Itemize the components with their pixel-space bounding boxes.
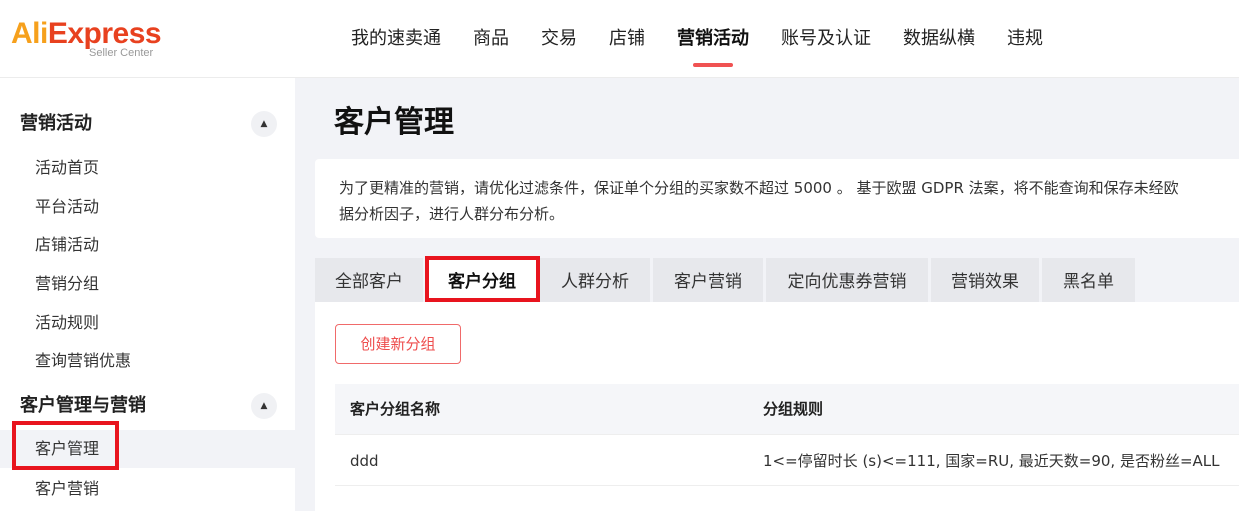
tab-blacklist[interactable]: 黑名单 bbox=[1042, 258, 1135, 302]
tab-customer-marketing[interactable]: 客户营销 bbox=[653, 258, 763, 302]
column-header-group-rule: 分组规则 bbox=[763, 400, 824, 418]
notice-line-2: 据分析因子，进行人群分布分析。 bbox=[339, 205, 565, 223]
tab-targeted-coupon[interactable]: 定向优惠券营销 bbox=[766, 258, 928, 302]
nav-data[interactable]: 数据纵横 bbox=[887, 0, 991, 78]
column-header-group-name: 客户分组名称 bbox=[350, 400, 441, 418]
sidebar-item-marketing-group[interactable]: 营销分组 bbox=[0, 265, 295, 303]
sidebar-item-customer-management[interactable]: 客户管理 bbox=[0, 430, 295, 468]
top-header: AliExpress Seller Center 我的速卖通 商品 交易 店铺 … bbox=[0, 0, 1239, 78]
caret-up-icon[interactable]: ▲ bbox=[251, 393, 277, 419]
logo-text-a: Ali bbox=[11, 17, 48, 50]
tab-crowd-analysis[interactable]: 人群分析 bbox=[540, 258, 650, 302]
groups-table: 客户分组名称 分组规则 ddd 1<=停留时长 (s)<=111, 国家=RU,… bbox=[335, 384, 1239, 486]
nav-store[interactable]: 店铺 bbox=[593, 0, 661, 78]
aliexpress-logo[interactable]: AliExpress Seller Center bbox=[11, 16, 171, 60]
sidebar-group-customer[interactable]: 客户管理与营销 bbox=[20, 394, 146, 418]
create-group-button[interactable]: 创建新分组 bbox=[335, 324, 461, 364]
nav-products[interactable]: 商品 bbox=[457, 0, 525, 78]
nav-violations[interactable]: 违规 bbox=[991, 0, 1059, 78]
sidebar-item-platform-activity[interactable]: 平台活动 bbox=[0, 188, 295, 226]
nav-my-aliexpress[interactable]: 我的速卖通 bbox=[335, 0, 457, 78]
table-header: 客户分组名称 分组规则 bbox=[335, 384, 1239, 434]
caret-up-icon[interactable]: ▲ bbox=[251, 111, 277, 137]
sidebar-item-activity-rules[interactable]: 活动规则 bbox=[0, 304, 295, 342]
cell-group-rule: 1<=停留时长 (s)<=111, 国家=RU, 最近天数=90, 是否粉丝=A… bbox=[763, 452, 1220, 470]
tab-all-customers[interactable]: 全部客户 bbox=[315, 258, 423, 302]
page-title: 客户管理 bbox=[334, 105, 454, 140]
sidebar-item-activity-home[interactable]: 活动首页 bbox=[0, 149, 295, 187]
sidebar-group-marketing[interactable]: 营销活动 bbox=[20, 112, 92, 136]
tab-customer-groups[interactable]: 客户分组 bbox=[426, 258, 538, 302]
tab-marketing-effect[interactable]: 营销效果 bbox=[931, 258, 1039, 302]
nav-orders[interactable]: 交易 bbox=[525, 0, 593, 78]
nav-marketing[interactable]: 营销活动 bbox=[661, 0, 765, 78]
logo-text-b: Express bbox=[47, 17, 162, 50]
sidebar-item-query-discounts[interactable]: 查询营销优惠 bbox=[0, 342, 295, 380]
cell-group-name: ddd bbox=[350, 452, 379, 470]
sidebar: 营销活动 ▲ 活动首页 平台活动 店铺活动 营销分组 活动规则 查询营销优惠 客… bbox=[0, 78, 295, 511]
logo-subtitle: Seller Center bbox=[89, 47, 154, 59]
nav-account[interactable]: 账号及认证 bbox=[765, 0, 887, 78]
sidebar-item-store-activity[interactable]: 店铺活动 bbox=[0, 226, 295, 264]
notice-line-1: 为了更精准的营销，请优化过滤条件，保证单个分组的买家数不超过 5000 。 基于… bbox=[339, 179, 1179, 197]
customer-groups-panel: 创建新分组 客户分组名称 分组规则 ddd 1<=停留时长 (s)<=111, … bbox=[315, 302, 1239, 511]
notice-banner: 为了更精准的营销，请优化过滤条件，保证单个分组的买家数不超过 5000 。 基于… bbox=[315, 159, 1239, 238]
table-row[interactable]: ddd 1<=停留时长 (s)<=111, 国家=RU, 最近天数=90, 是否… bbox=[335, 434, 1239, 486]
top-navigation: 我的速卖通 商品 交易 店铺 营销活动 账号及认证 数据纵横 违规 bbox=[335, 0, 1059, 78]
sidebar-item-customer-marketing[interactable]: 客户营销 bbox=[0, 470, 295, 508]
